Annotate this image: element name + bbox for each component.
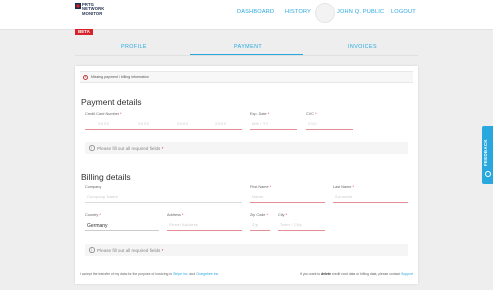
city-label: City * [278,213,288,217]
logo-line-3: MONITOR [82,10,103,16]
beta-badge: BETA [75,28,93,35]
zip-input[interactable]: Zip [250,221,270,231]
billing-hint-text: Please fill out all required fields * [97,247,164,253]
delete-notice-prefix: If you want to [300,272,321,276]
company-label: Company [85,185,102,189]
exp-date-placeholder: MM / YY [252,122,269,126]
payment-form-card: ! Missing payment / billing information … [75,66,418,284]
country-value: Germany [87,222,108,229]
card-number-group-1: XXXX [98,122,110,126]
cvc-input[interactable]: CVC [306,120,353,130]
address-input[interactable]: Street Address [167,221,242,231]
last-name-placeholder: Surname [335,195,353,199]
delete-data-notice: If you want to delete credit card data o… [300,272,413,276]
last-name-input[interactable]: Surname [333,193,408,203]
address-label: Address * [167,213,184,217]
zip-placeholder: Zip [252,223,259,227]
billing-required-hint: i Please fill out all required fields * [85,244,408,256]
city-placeholder: Town / City [280,223,302,227]
city-input[interactable]: Town / City [278,221,325,231]
nav-history[interactable]: HISTORY [285,9,311,15]
chargebee-link[interactable]: Chargebee Inc. [196,272,219,276]
info-icon: i [89,145,95,151]
delete-notice-middle: credit card data or billing data, please… [331,272,401,276]
card-number-group-4: XXXX [215,122,227,126]
nav-logout[interactable]: LOGOUT [391,9,416,15]
first-name-placeholder: Name [252,195,264,199]
logo-mark-icon [75,3,81,9]
user-avatar[interactable] [315,3,335,23]
card-number-input[interactable]: XXXX XXXX XXXX XXXX [85,120,242,130]
country-label: Country * [85,213,101,217]
support-link[interactable]: Support [401,272,413,276]
billing-details-title: Billing details [81,172,131,182]
stripe-link[interactable]: Stripe Inc. [173,272,188,276]
tabs-divider [75,55,418,56]
cvc-label: CVC * [306,112,317,116]
data-transfer-consent: I accept the transfer of my data for the… [80,272,219,276]
card-number-label: Credit Card Number * [85,112,122,116]
card-number-group-3: XXXX [177,122,189,126]
top-navigation-bar: PRTG NETWORK MONITOR BETA DASHBOARD HIST… [0,0,493,35]
first-name-input[interactable]: Name [250,193,325,203]
nav-dashboard[interactable]: DASHBOARD [237,9,274,15]
missing-info-alert: ! Missing payment / billing information [80,71,413,83]
address-placeholder: Street Address [169,223,199,227]
company-placeholder: Company Name [87,195,119,199]
zip-label: Zip Code * [250,213,268,217]
nav-user-name[interactable]: JOHN Q. PUBLIC [337,9,384,15]
exp-date-input[interactable]: MM / YY [250,120,297,130]
company-input[interactable]: Company Name [85,193,242,203]
payment-details-title: Payment details [81,97,142,107]
first-name-label: First Name * [250,185,272,189]
info-icon: i [89,247,95,253]
tab-invoices[interactable]: INVOICES [348,44,377,50]
exp-date-label: Exp. Date * [250,112,270,116]
country-select[interactable]: Germany [85,221,159,231]
tab-profile[interactable]: PROFILE [121,44,147,50]
cvc-placeholder: CVC [308,122,317,126]
prtg-logo[interactable]: PRTG NETWORK MONITOR BETA [75,2,104,35]
last-name-label: Last Name * [333,185,354,189]
active-tab-indicator [190,54,303,55]
consent-text: I accept the transfer of my data for the… [80,272,173,276]
delete-notice-emphasis: delete [321,272,331,276]
feedback-smiley-icon [484,171,491,177]
consent-and: and [189,272,196,276]
feedback-button[interactable]: FEEDBACK [482,126,493,184]
tab-payment[interactable]: PAYMENT [234,44,262,50]
card-number-group-2: XXXX [138,122,150,126]
payment-required-hint: i Please fill out all required fields * [85,142,408,154]
alert-icon: ! [83,75,88,80]
feedback-label: FEEDBACK [483,139,488,166]
payment-hint-text: Please fill out all required fields * [97,145,164,151]
alert-text: Missing payment / billing information [91,75,149,80]
